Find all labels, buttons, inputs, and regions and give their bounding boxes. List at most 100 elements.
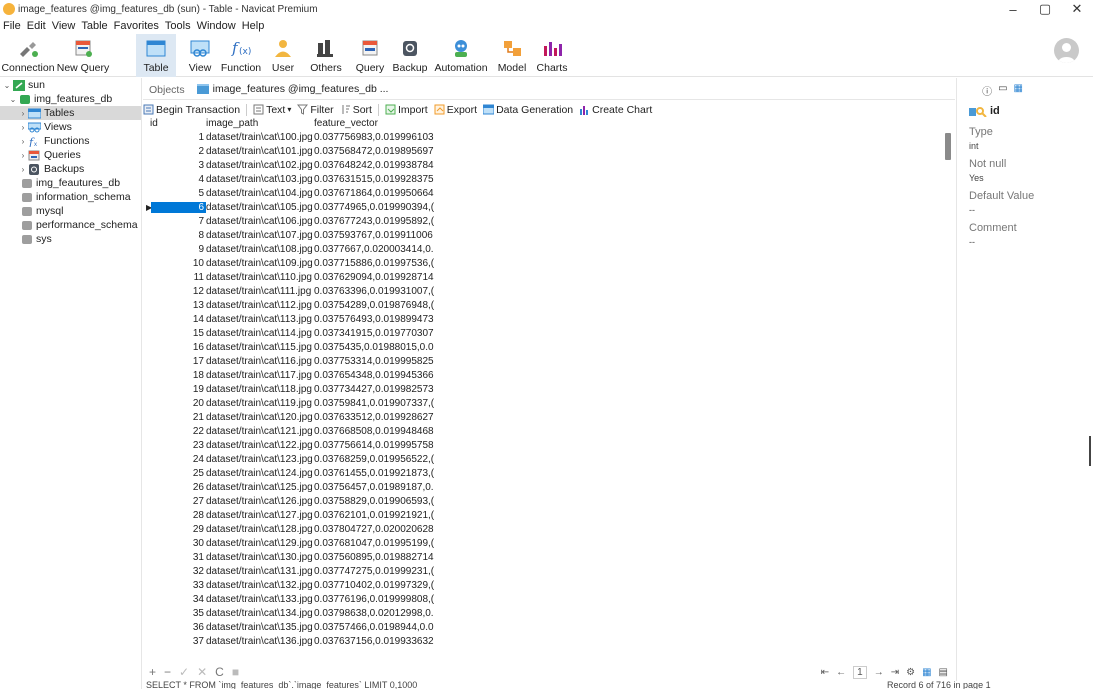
cell-image-path[interactable]: dataset/train\cat\119.jpg bbox=[206, 398, 314, 409]
tree-database-mysql[interactable]: mysql bbox=[0, 204, 141, 218]
cell-feature-vector[interactable]: 0.037677243,0.01995892,( bbox=[314, 216, 457, 227]
table-row[interactable]: 29 dataset/train\cat\128.jpg 0.037804727,0… bbox=[146, 522, 942, 536]
stop-button[interactable]: ■ bbox=[232, 665, 239, 679]
table-row[interactable]: 37 dataset/train\cat\136.jpg 0.037637156,0… bbox=[146, 634, 942, 648]
menu-tools[interactable]: Tools bbox=[165, 20, 191, 32]
minimize-button[interactable]: – bbox=[997, 0, 1029, 18]
page-number-field[interactable]: 1 bbox=[853, 665, 867, 679]
cell-feature-vector[interactable]: 0.037681047,0.01995199,( bbox=[314, 538, 457, 549]
table-row[interactable]: 13 dataset/train\cat\112.jpg 0.03754289,0.… bbox=[146, 298, 942, 312]
data-generation-button[interactable]: Data Generation bbox=[483, 104, 573, 116]
cell-image-path[interactable]: dataset/train\cat\103.jpg bbox=[206, 174, 314, 185]
cell-feature-vector[interactable]: 0.037671864,0.019950664 bbox=[314, 188, 457, 199]
table-row[interactable]: 24 dataset/train\cat\123.jpg 0.03768259,0.… bbox=[146, 452, 942, 466]
first-page-icon[interactable]: ⇤ bbox=[821, 667, 829, 678]
tree-group-views[interactable]: › Views bbox=[0, 120, 141, 134]
cell-image-path[interactable]: dataset/train\cat\132.jpg bbox=[206, 580, 314, 591]
cell-feature-vector[interactable]: 0.037710402,0.01997329,( bbox=[314, 580, 457, 591]
chevron-right-icon[interactable]: › bbox=[18, 109, 28, 118]
cell-feature-vector[interactable]: 0.037633512,0.019928627 bbox=[314, 412, 457, 423]
cell-image-path[interactable]: dataset/train\cat\122.jpg bbox=[206, 440, 314, 451]
last-page-icon[interactable]: ⇥ bbox=[891, 667, 899, 678]
chevron-right-icon[interactable]: › bbox=[18, 151, 28, 160]
tree-connection-sun[interactable]: ⌄ sun bbox=[0, 78, 141, 92]
grid-view-icon[interactable]: ▦ bbox=[922, 667, 931, 678]
export-button[interactable]: Export bbox=[434, 104, 477, 116]
cell-id[interactable]: 1 bbox=[151, 132, 206, 143]
cell-feature-vector[interactable]: 0.037560895,0.019882714 bbox=[314, 552, 457, 563]
cell-id[interactable]: 18 bbox=[151, 370, 206, 381]
cell-image-path[interactable]: dataset/train\cat\115.jpg bbox=[206, 342, 314, 353]
cell-id[interactable]: 10 bbox=[151, 258, 206, 269]
cell-id[interactable]: 2 bbox=[151, 146, 206, 157]
toolbar-new-query-button[interactable]: New Query bbox=[56, 34, 110, 77]
cell-feature-vector[interactable]: 0.03798638,0.02012998,0. bbox=[314, 608, 457, 619]
cell-feature-vector[interactable]: 0.03774965,0.019990394,( bbox=[314, 202, 457, 213]
cell-image-path[interactable]: dataset/train\cat\131.jpg bbox=[206, 566, 314, 577]
cell-image-path[interactable]: dataset/train\cat\107.jpg bbox=[206, 230, 314, 241]
cell-feature-vector[interactable]: 0.0375435,0.01988015,0.0 bbox=[314, 342, 457, 353]
cell-feature-vector[interactable]: 0.03754289,0.019876948,( bbox=[314, 300, 457, 311]
tab-image-features[interactable]: image_features @img_features_db ... bbox=[190, 80, 395, 99]
tree-database-performance-schema[interactable]: performance_schema bbox=[0, 218, 141, 232]
cell-image-path[interactable]: dataset/train\cat\106.jpg bbox=[206, 216, 314, 227]
delete-record-button[interactable]: − bbox=[164, 665, 171, 679]
table-row[interactable]: 16 dataset/train\cat\115.jpg 0.0375435,0.0… bbox=[146, 340, 942, 354]
table-row[interactable]: 14 dataset/train\cat\113.jpg 0.037576493,0… bbox=[146, 312, 942, 326]
cell-feature-vector[interactable]: 0.03768259,0.019956522,( bbox=[314, 454, 457, 465]
cell-id[interactable]: 28 bbox=[151, 510, 206, 521]
filter-button[interactable]: Filter bbox=[297, 104, 334, 116]
toolbar-function-button[interactable]: f (x) Function bbox=[218, 34, 264, 77]
next-page-icon[interactable]: → bbox=[874, 667, 884, 678]
table-row[interactable]: 10 dataset/train\cat\109.jpg 0.037715886,0… bbox=[146, 256, 942, 270]
cell-id[interactable]: 4 bbox=[151, 174, 206, 185]
cell-id[interactable]: 14 bbox=[151, 314, 206, 325]
close-button[interactable]: ✕ bbox=[1061, 0, 1093, 18]
table-row[interactable]: 12 dataset/train\cat\111.jpg 0.03763396,0.… bbox=[146, 284, 942, 298]
cell-feature-vector[interactable]: 0.03758829,0.019906593,( bbox=[314, 496, 457, 507]
cell-image-path[interactable]: dataset/train\cat\126.jpg bbox=[206, 496, 314, 507]
tree-database-information-schema[interactable]: information_schema bbox=[0, 190, 141, 204]
table-row[interactable]: 17 dataset/train\cat\116.jpg 0.037753314,0… bbox=[146, 354, 942, 368]
tree-database-sys[interactable]: sys bbox=[0, 232, 141, 246]
menu-table[interactable]: Table bbox=[81, 20, 107, 32]
add-record-button[interactable]: + bbox=[149, 665, 156, 679]
table-row[interactable]: 15 dataset/train\cat\114.jpg 0.037341915,0… bbox=[146, 326, 942, 340]
cell-image-path[interactable]: dataset/train\cat\134.jpg bbox=[206, 608, 314, 619]
cell-id[interactable]: 19 bbox=[151, 384, 206, 395]
cell-image-path[interactable]: dataset/train\cat\114.jpg bbox=[206, 328, 314, 339]
table-row[interactable]: 35 dataset/train\cat\134.jpg 0.03798638,0.… bbox=[146, 606, 942, 620]
cell-feature-vector[interactable]: 0.037637156,0.019933632 bbox=[314, 636, 457, 647]
cell-feature-vector[interactable]: 0.03776196,0.019999808,( bbox=[314, 594, 457, 605]
previous-page-icon[interactable]: ← bbox=[836, 667, 846, 678]
cell-id[interactable]: 26 bbox=[151, 482, 206, 493]
cell-feature-vector[interactable]: 0.037756614,0.019995758 bbox=[314, 440, 457, 451]
cell-image-path[interactable]: dataset/train\cat\109.jpg bbox=[206, 258, 314, 269]
cell-feature-vector[interactable]: 0.03759841,0.019907337,( bbox=[314, 398, 457, 409]
cell-id[interactable]: 8 bbox=[151, 230, 206, 241]
table-row[interactable]: 18 dataset/train\cat\117.jpg 0.037654348,0… bbox=[146, 368, 942, 382]
grid-panel-icon[interactable]: ▦ bbox=[1014, 83, 1023, 98]
cell-id[interactable]: 17 bbox=[151, 356, 206, 367]
cell-image-path[interactable]: dataset/train\cat\113.jpg bbox=[206, 314, 314, 325]
menu-edit[interactable]: Edit bbox=[27, 20, 46, 32]
cell-feature-vector[interactable]: 0.037654348,0.019945366 bbox=[314, 370, 457, 381]
cell-feature-vector[interactable]: 0.03763396,0.019931007,( bbox=[314, 286, 457, 297]
toolbar-model-button[interactable]: Model bbox=[492, 34, 532, 77]
table-row[interactable]: 9 dataset/train\cat\108.jpg 0.0377667,0.02… bbox=[146, 242, 942, 256]
ddl-icon[interactable]: ▭ bbox=[998, 83, 1007, 98]
begin-transaction-button[interactable]: Begin Transaction bbox=[143, 104, 240, 116]
cell-feature-vector[interactable]: 0.037576493,0.019899473 bbox=[314, 314, 457, 325]
table-row[interactable]: 4 dataset/train\cat\103.jpg 0.037631515,0.… bbox=[146, 172, 942, 186]
cell-id[interactable]: 22 bbox=[151, 426, 206, 437]
menu-window[interactable]: Window bbox=[197, 20, 236, 32]
table-row[interactable]: 8 dataset/train\cat\107.jpg 0.037593767,0.… bbox=[146, 228, 942, 242]
cell-feature-vector[interactable]: 0.037734427,0.019982573 bbox=[314, 384, 457, 395]
cell-feature-vector[interactable]: 0.0377667,0.020003414,0. bbox=[314, 244, 457, 255]
chevron-down-icon[interactable]: ⌄ bbox=[8, 95, 18, 104]
cell-feature-vector[interactable]: 0.037753314,0.019995825 bbox=[314, 356, 457, 367]
cell-image-path[interactable]: dataset/train\cat\129.jpg bbox=[206, 538, 314, 549]
cell-feature-vector[interactable]: 0.03756457,0.01989187,0. bbox=[314, 482, 457, 493]
cell-id[interactable]: 32 bbox=[151, 566, 206, 577]
cell-feature-vector[interactable]: 0.03762101,0.019921921,( bbox=[314, 510, 457, 521]
